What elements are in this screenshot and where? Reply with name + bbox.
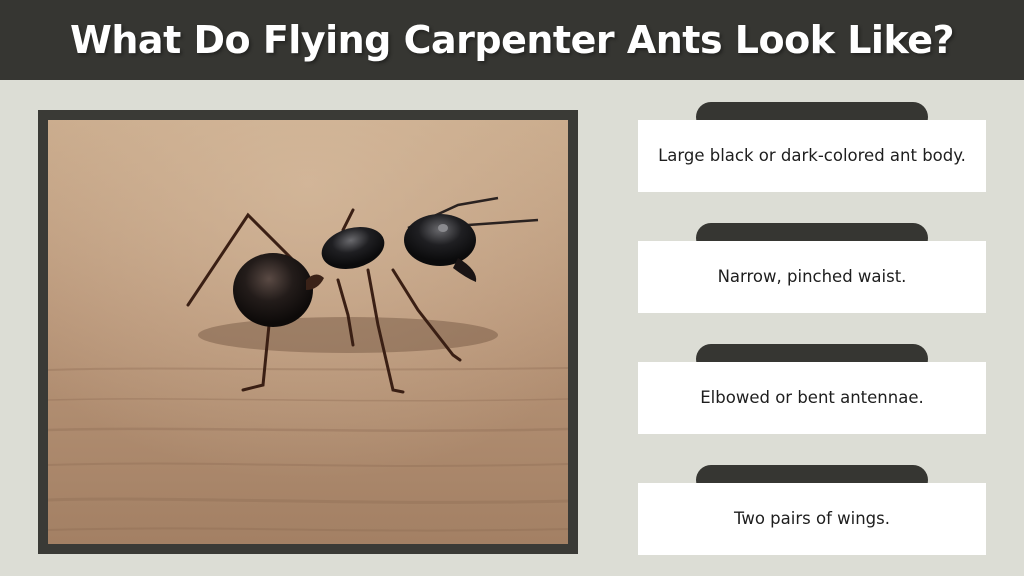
feature-text-2: Narrow, pinched waist. <box>717 267 907 287</box>
feature-text-4: Two pairs of wings. <box>734 509 890 529</box>
feature-text-1: Large black or dark-colored ant body. <box>658 146 966 166</box>
feature-box-4: Two pairs of wings. <box>638 483 986 555</box>
ant-photo <box>48 120 568 544</box>
feature-box-3: Elbowed or bent antennae. <box>638 362 986 434</box>
photo-frame <box>38 110 578 554</box>
feature-box-1: Large black or dark-colored ant body. <box>638 120 986 192</box>
feature-box-2: Narrow, pinched waist. <box>638 241 986 313</box>
feature-text-3: Elbowed or bent antennae. <box>700 388 924 408</box>
page-title: What Do Flying Carpenter Ants Look Like? <box>69 18 955 62</box>
header-bar: What Do Flying Carpenter Ants Look Like? <box>0 0 1024 80</box>
